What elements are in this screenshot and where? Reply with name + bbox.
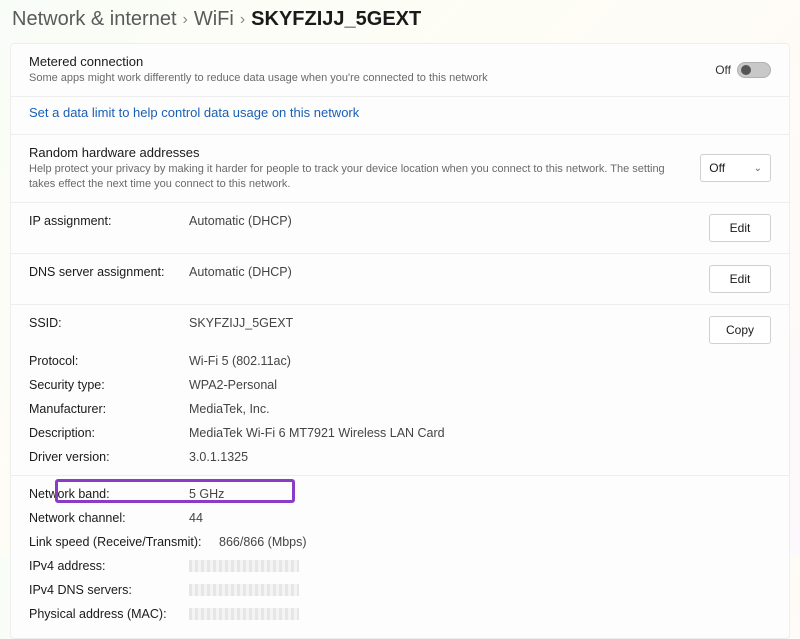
driver-value: 3.0.1.1325 xyxy=(189,450,771,464)
description-label: Description: xyxy=(29,426,189,440)
ipv4-dns-row: IPv4 DNS servers: xyxy=(11,578,789,602)
ip-assignment-label: IP assignment: xyxy=(29,214,189,242)
mac-row: Physical address (MAC): xyxy=(11,602,789,626)
random-hw-value: Off xyxy=(709,161,725,175)
ipv4-value xyxy=(189,559,771,573)
dns-edit-button[interactable]: Edit xyxy=(709,265,771,293)
ip-assignment-row: IP assignment: Automatic (DHCP) Edit xyxy=(11,209,789,247)
redacted-value xyxy=(189,584,299,596)
network-channel-value: 44 xyxy=(189,511,771,525)
driver-label: Driver version: xyxy=(29,450,189,464)
breadcrumb-wifi[interactable]: WiFi xyxy=(194,8,234,31)
ipv4-label: IPv4 address: xyxy=(29,559,189,573)
ssid-row: SSID: SKYFZIJJ_5GEXT Copy xyxy=(11,311,789,349)
ip-assignment-value: Automatic (DHCP) xyxy=(189,214,709,242)
dns-assignment-row: DNS server assignment: Automatic (DHCP) … xyxy=(11,260,789,298)
network-band-label: Network band: xyxy=(29,487,189,501)
security-row: Security type: WPA2-Personal xyxy=(11,373,789,397)
metered-toggle-state: Off xyxy=(715,63,731,77)
chevron-right-icon: › xyxy=(240,11,245,29)
random-hw-desc: Help protect your privacy by making it h… xyxy=(29,162,688,192)
driver-row: Driver version: 3.0.1.1325 xyxy=(11,445,789,469)
dns-assignment-label: DNS server assignment: xyxy=(29,265,189,293)
network-channel-label: Network channel: xyxy=(29,511,189,525)
manufacturer-label: Manufacturer: xyxy=(29,402,189,416)
ssid-value: SKYFZIJJ_5GEXT xyxy=(189,316,709,344)
ipv4-dns-label: IPv4 DNS servers: xyxy=(29,583,189,597)
dns-assignment-value: Automatic (DHCP) xyxy=(189,265,709,293)
link-speed-row: Link speed (Receive/Transmit): 866/866 (… xyxy=(11,530,789,554)
metered-connection-section: Metered connection Some apps might work … xyxy=(11,44,789,97)
description-value: MediaTek Wi-Fi 6 MT7921 Wireless LAN Car… xyxy=(189,426,771,440)
redacted-value xyxy=(189,608,299,620)
random-hw-title: Random hardware addresses xyxy=(29,145,688,160)
ipv4-row: IPv4 address: xyxy=(11,554,789,578)
metered-toggle[interactable] xyxy=(737,62,771,78)
metered-title: Metered connection xyxy=(29,54,703,69)
ipv4-dns-value xyxy=(189,583,771,597)
security-label: Security type: xyxy=(29,378,189,392)
manufacturer-value: MediaTek, Inc. xyxy=(189,402,771,416)
data-limit-row: Set a data limit to help control data us… xyxy=(11,97,789,135)
mac-label: Physical address (MAC): xyxy=(29,607,189,621)
metered-desc: Some apps might work differently to redu… xyxy=(29,71,703,86)
link-speed-value: 866/866 (Mbps) xyxy=(219,535,771,549)
protocol-label: Protocol: xyxy=(29,354,189,368)
settings-panel: Metered connection Some apps might work … xyxy=(10,43,790,639)
network-band-row: Network band: 5 GHz xyxy=(11,482,789,506)
breadcrumb-network-internet[interactable]: Network & internet xyxy=(12,8,177,31)
breadcrumb: Network & internet › WiFi › SKYFZIJJ_5GE… xyxy=(0,0,800,43)
breadcrumb-current: SKYFZIJJ_5GEXT xyxy=(251,8,421,31)
ip-edit-button[interactable]: Edit xyxy=(709,214,771,242)
random-hw-dropdown[interactable]: Off ⌄ xyxy=(700,154,771,182)
random-hw-section: Random hardware addresses Help protect y… xyxy=(11,135,789,203)
network-band-value: 5 GHz xyxy=(189,487,771,501)
redacted-value xyxy=(189,560,299,572)
chevron-down-icon: ⌄ xyxy=(754,163,762,174)
network-channel-row: Network channel: 44 xyxy=(11,506,789,530)
mac-value xyxy=(189,607,771,621)
protocol-row: Protocol: Wi-Fi 5 (802.11ac) xyxy=(11,349,789,373)
manufacturer-row: Manufacturer: MediaTek, Inc. xyxy=(11,397,789,421)
security-value: WPA2-Personal xyxy=(189,378,771,392)
chevron-right-icon: › xyxy=(183,11,188,29)
copy-button[interactable]: Copy xyxy=(709,316,771,344)
protocol-value: Wi-Fi 5 (802.11ac) xyxy=(189,354,771,368)
link-speed-label: Link speed (Receive/Transmit): xyxy=(29,535,219,549)
ssid-label: SSID: xyxy=(29,316,189,344)
data-limit-link[interactable]: Set a data limit to help control data us… xyxy=(29,105,359,120)
description-row: Description: MediaTek Wi-Fi 6 MT7921 Wir… xyxy=(11,421,789,445)
